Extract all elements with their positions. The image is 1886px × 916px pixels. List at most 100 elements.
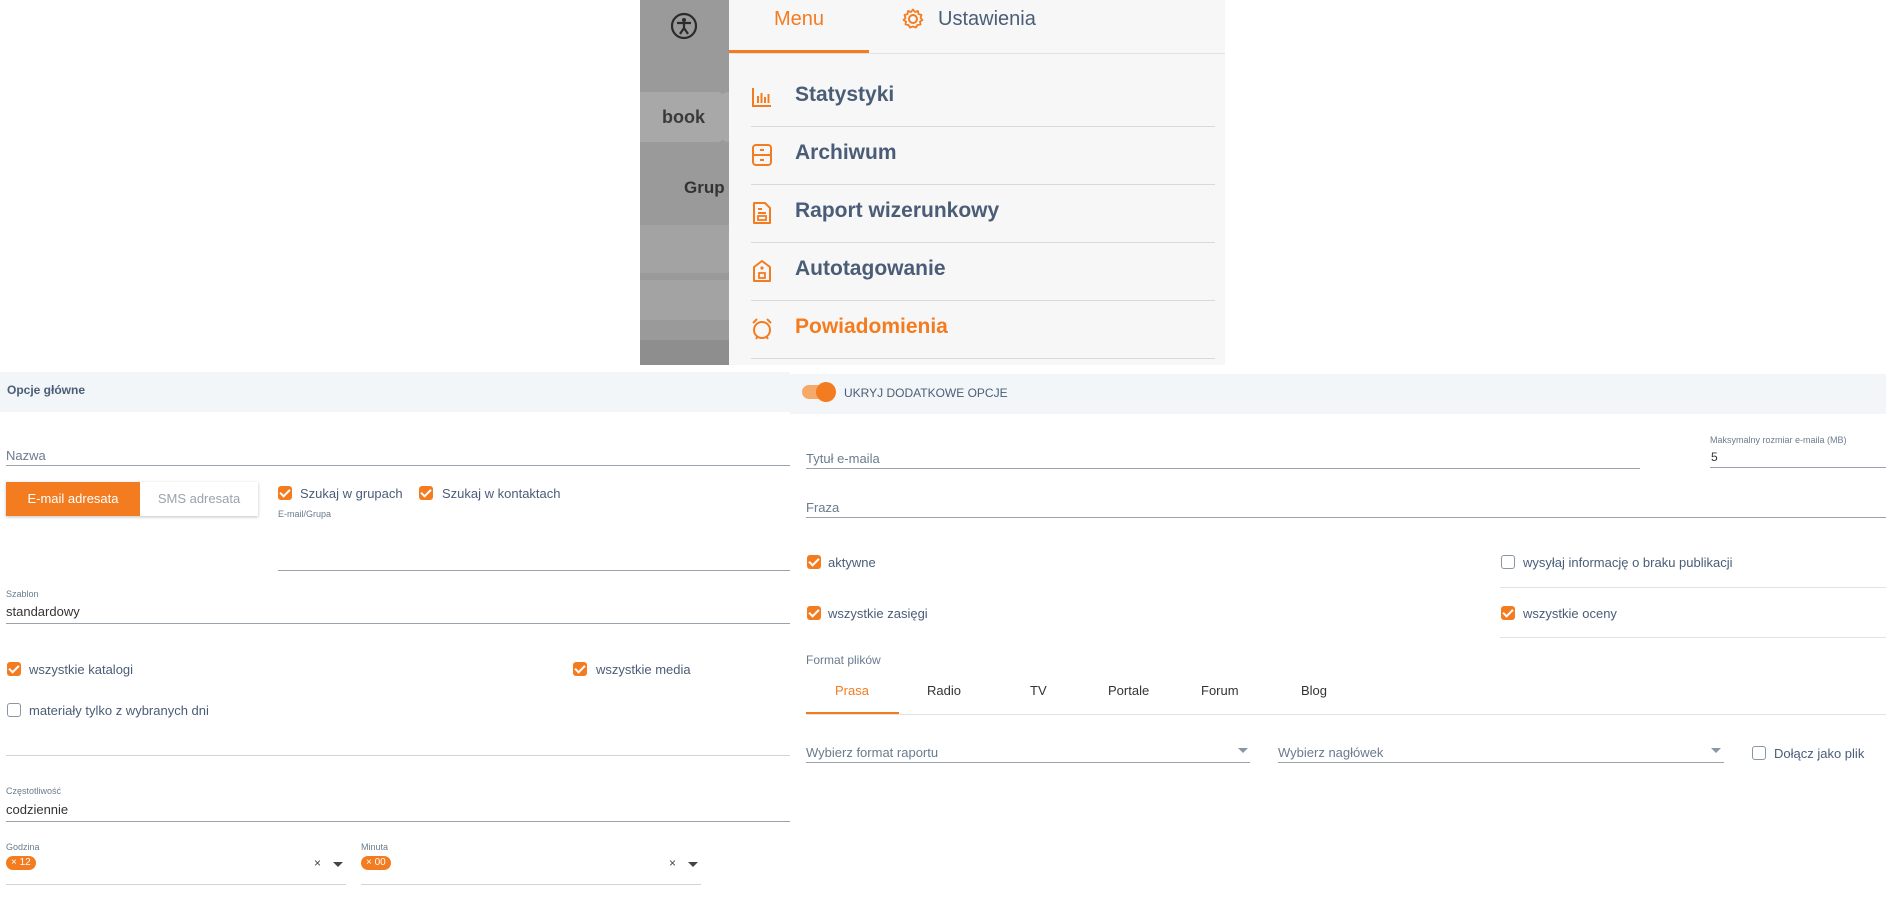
archive-icon [752, 144, 772, 166]
all-ratings-checkbox[interactable] [1501, 606, 1515, 620]
phrase-field[interactable] [806, 517, 1886, 518]
search-contacts-label: Szukaj w kontaktach [442, 486, 561, 501]
extra-options-header: UKRYJ DODATKOWE OPCJE [790, 374, 1886, 414]
report-format-caret[interactable] [1238, 748, 1248, 753]
all-reach-checkbox[interactable] [807, 606, 821, 620]
tab-prasa[interactable]: Prasa [835, 683, 869, 698]
attach-file-checkbox[interactable] [1752, 746, 1766, 760]
all-catalogs-checkbox[interactable] [7, 662, 21, 676]
hide-extra-options-toggle[interactable] [802, 382, 836, 402]
email-title-label: Tytuł e-maila [806, 451, 880, 466]
minute-dropdown-caret[interactable] [688, 862, 698, 867]
search-contacts-checkbox[interactable] [419, 486, 433, 500]
main-options-header: Opcje główne [0, 372, 790, 412]
menu-item-label: Archiwum [795, 141, 897, 164]
minute-label: Minuta [361, 842, 389, 852]
email-group-field[interactable] [278, 570, 790, 571]
sms-recipient-button[interactable]: SMS adresata [140, 482, 258, 516]
menu-item-statystyki[interactable]: Statystyki [751, 68, 1215, 127]
frequency-label: Częstotliwość [6, 786, 62, 796]
hour-dropdown-caret[interactable] [333, 862, 343, 867]
menu-tabs: Menu Ustawienia [729, 0, 1225, 54]
menu-item-autotagowanie[interactable]: Autotagowanie [751, 242, 1215, 301]
minute-chip-value: 00 [374, 857, 386, 868]
background-group-text: Grup [684, 178, 725, 197]
minute-clear-button[interactable]: × [669, 856, 676, 870]
all-media-label: wszystkie media [596, 662, 691, 677]
menu-item-archiwum[interactable]: Archiwum [751, 126, 1215, 185]
max-size-field[interactable] [1710, 467, 1886, 468]
name-field[interactable] [6, 465, 790, 466]
frequency-value[interactable]: codziennie [6, 802, 68, 817]
tab-blog[interactable]: Blog [1301, 683, 1327, 698]
report-format-field[interactable] [806, 762, 1250, 763]
frequency-field[interactable] [6, 821, 790, 822]
header-select-field[interactable] [1278, 762, 1724, 763]
format-tabs-divider [806, 714, 1886, 715]
all-ratings-label: wszystkie oceny [1523, 606, 1617, 621]
accessibility-icon[interactable] [670, 12, 698, 40]
minute-chip[interactable]: × 00 [361, 856, 391, 870]
email-title-field[interactable] [806, 468, 1640, 469]
hour-chip[interactable]: × 12 [6, 856, 36, 870]
tab-forum[interactable]: Forum [1201, 683, 1239, 698]
no-publication-checkbox[interactable] [1501, 555, 1515, 569]
divider [1500, 587, 1886, 588]
menu-item-powiadomienia[interactable]: Powiadomienia [751, 300, 1215, 359]
email-group-label: E-mail/Grupa [278, 509, 332, 519]
gear-icon [902, 8, 924, 29]
tag-icon [753, 260, 771, 282]
all-catalogs-label: wszystkie katalogi [29, 662, 134, 677]
tab-tv[interactable]: TV [1030, 683, 1047, 698]
file-format-label: Format plików [806, 653, 881, 667]
menu-item-label: Powiadomienia [795, 315, 948, 338]
hour-field[interactable] [6, 884, 346, 885]
active-checkbox[interactable] [807, 555, 821, 569]
section-title: Opcje główne [7, 383, 86, 397]
report-icon [753, 202, 771, 224]
header-select[interactable]: Wybierz nagłówek [1278, 745, 1383, 760]
email-recipient-button[interactable]: E-mail adresata [6, 482, 140, 516]
menu-item-label: Statystyki [795, 83, 895, 106]
tab-settings[interactable]: Ustawienia [902, 0, 1036, 38]
tab-radio[interactable]: Radio [927, 683, 961, 698]
minute-field[interactable] [361, 884, 701, 885]
header-select-caret[interactable] [1711, 748, 1721, 753]
toggle-knob [816, 382, 836, 402]
hour-label: Godzina [6, 842, 40, 852]
chart-icon [752, 88, 771, 107]
all-reach-label: wszystkie zasięgi [828, 606, 928, 621]
all-media-checkbox[interactable] [573, 662, 587, 676]
hour-clear-button[interactable]: × [314, 856, 321, 870]
report-format-select[interactable]: Wybierz format raportu [806, 745, 938, 760]
divider [6, 755, 790, 756]
selected-days-label: materiały tylko z wybranych dni [29, 703, 209, 718]
side-menu: Menu Ustawienia Statystyki Archiwum Rapo… [729, 0, 1225, 365]
template-label: Szablon [6, 589, 39, 599]
max-size-value[interactable]: 5 [1711, 450, 1718, 464]
active-tab-indicator [806, 712, 899, 714]
template-field[interactable] [6, 623, 790, 624]
divider [1500, 637, 1886, 638]
max-size-label: Maksymalny rozmiar e-maila (MB) [1710, 435, 1847, 445]
tab-portale[interactable]: Portale [1108, 683, 1149, 698]
search-groups-checkbox[interactable] [278, 486, 292, 500]
background-pill: book [640, 92, 725, 142]
phrase-label: Fraza [806, 500, 840, 515]
active-label: aktywne [828, 555, 876, 570]
alarm-icon [752, 318, 772, 340]
template-value[interactable]: standardowy [6, 604, 80, 619]
no-publication-label: wysyłaj informację o braku publikacji [1523, 555, 1733, 570]
background-band [640, 280, 729, 320]
hour-chip-value: 12 [19, 857, 31, 868]
tab-menu[interactable]: Menu [729, 0, 869, 53]
tab-settings-label: Ustawienia [938, 8, 1036, 30]
recipient-switch: E-mail adresata SMS adresata [6, 482, 258, 516]
selected-days-checkbox[interactable] [7, 703, 21, 717]
background-band [640, 225, 729, 273]
background-band [640, 340, 729, 365]
toggle-label: UKRYJ DODATKOWE OPCJE [844, 386, 1008, 400]
background-overlay: book Grup [640, 0, 729, 365]
menu-item-raport-wizerunkowy[interactable]: Raport wizerunkowy [751, 184, 1215, 243]
menu-item-label: Autotagowanie [795, 257, 946, 280]
